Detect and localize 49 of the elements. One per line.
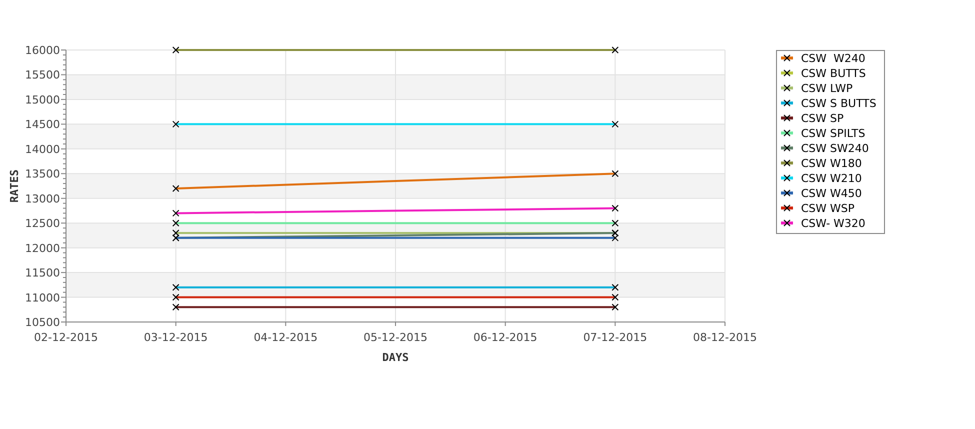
data-point-marker xyxy=(612,204,619,212)
x-axis-title: DAYS xyxy=(382,351,409,364)
legend-label: CSW SW240 xyxy=(801,142,869,155)
legend-label: CSW SPILTS xyxy=(801,127,866,140)
data-point-marker xyxy=(172,46,180,54)
y-tick-label: 15000 xyxy=(25,93,60,106)
x-tick-label: 07-12-2015 xyxy=(583,331,648,344)
legend-label: CSW SP xyxy=(801,112,844,125)
data-point-marker xyxy=(172,304,180,311)
y-tick-label: 11500 xyxy=(25,266,60,280)
data-point-marker xyxy=(172,220,180,227)
data-point-marker xyxy=(172,184,180,192)
data-point-marker xyxy=(612,304,619,311)
data-point-marker xyxy=(612,294,619,301)
data-point-marker xyxy=(612,220,619,227)
y-tick-label: 12000 xyxy=(25,242,60,255)
y-tick-label: 10500 xyxy=(25,316,60,329)
y-tick-label: 14500 xyxy=(25,118,60,132)
x-tick-label: 02-12-2015 xyxy=(34,331,98,344)
legend-label: CSW WSP xyxy=(801,202,855,215)
x-tick-label: 08-12-2015 xyxy=(693,331,757,344)
y-axis-title: RATES xyxy=(8,169,21,203)
x-tick-label: 04-12-2015 xyxy=(254,331,318,344)
y-tick-label: 15500 xyxy=(25,68,60,82)
data-point-marker xyxy=(172,210,180,217)
data-point-marker xyxy=(612,170,619,178)
data-point-marker xyxy=(612,284,619,291)
legend-label: CSW W450 xyxy=(801,187,862,200)
data-point-marker xyxy=(172,284,180,291)
legend-label: CSW S BUTTS xyxy=(801,97,876,110)
y-tick-label: 14000 xyxy=(25,142,60,156)
data-point-marker xyxy=(172,294,180,301)
legend-label: CSW- W320 xyxy=(801,217,866,230)
x-tick-label: 06-12-2015 xyxy=(473,331,538,344)
legend-label: CSW W210 xyxy=(801,172,862,185)
y-tick-label: 13000 xyxy=(25,192,60,206)
legend-label: CSW BUTTS xyxy=(801,67,866,80)
legend-label: CSW W180 xyxy=(801,157,862,170)
legend-label: CSW W240 xyxy=(801,52,866,65)
y-tick-label: 13500 xyxy=(25,168,60,181)
y-tick-label: 11000 xyxy=(25,291,60,304)
y-tick-label: 12500 xyxy=(25,217,60,230)
legend-label: CSW LWP xyxy=(801,82,853,95)
x-tick-label: 05-12-2015 xyxy=(364,331,428,344)
y-tick-label: 16000 xyxy=(25,44,60,57)
x-tick-label: 03-12-2015 xyxy=(144,331,208,344)
data-point-marker xyxy=(612,46,619,54)
data-point-marker xyxy=(612,120,619,128)
data-point-marker xyxy=(172,120,180,128)
